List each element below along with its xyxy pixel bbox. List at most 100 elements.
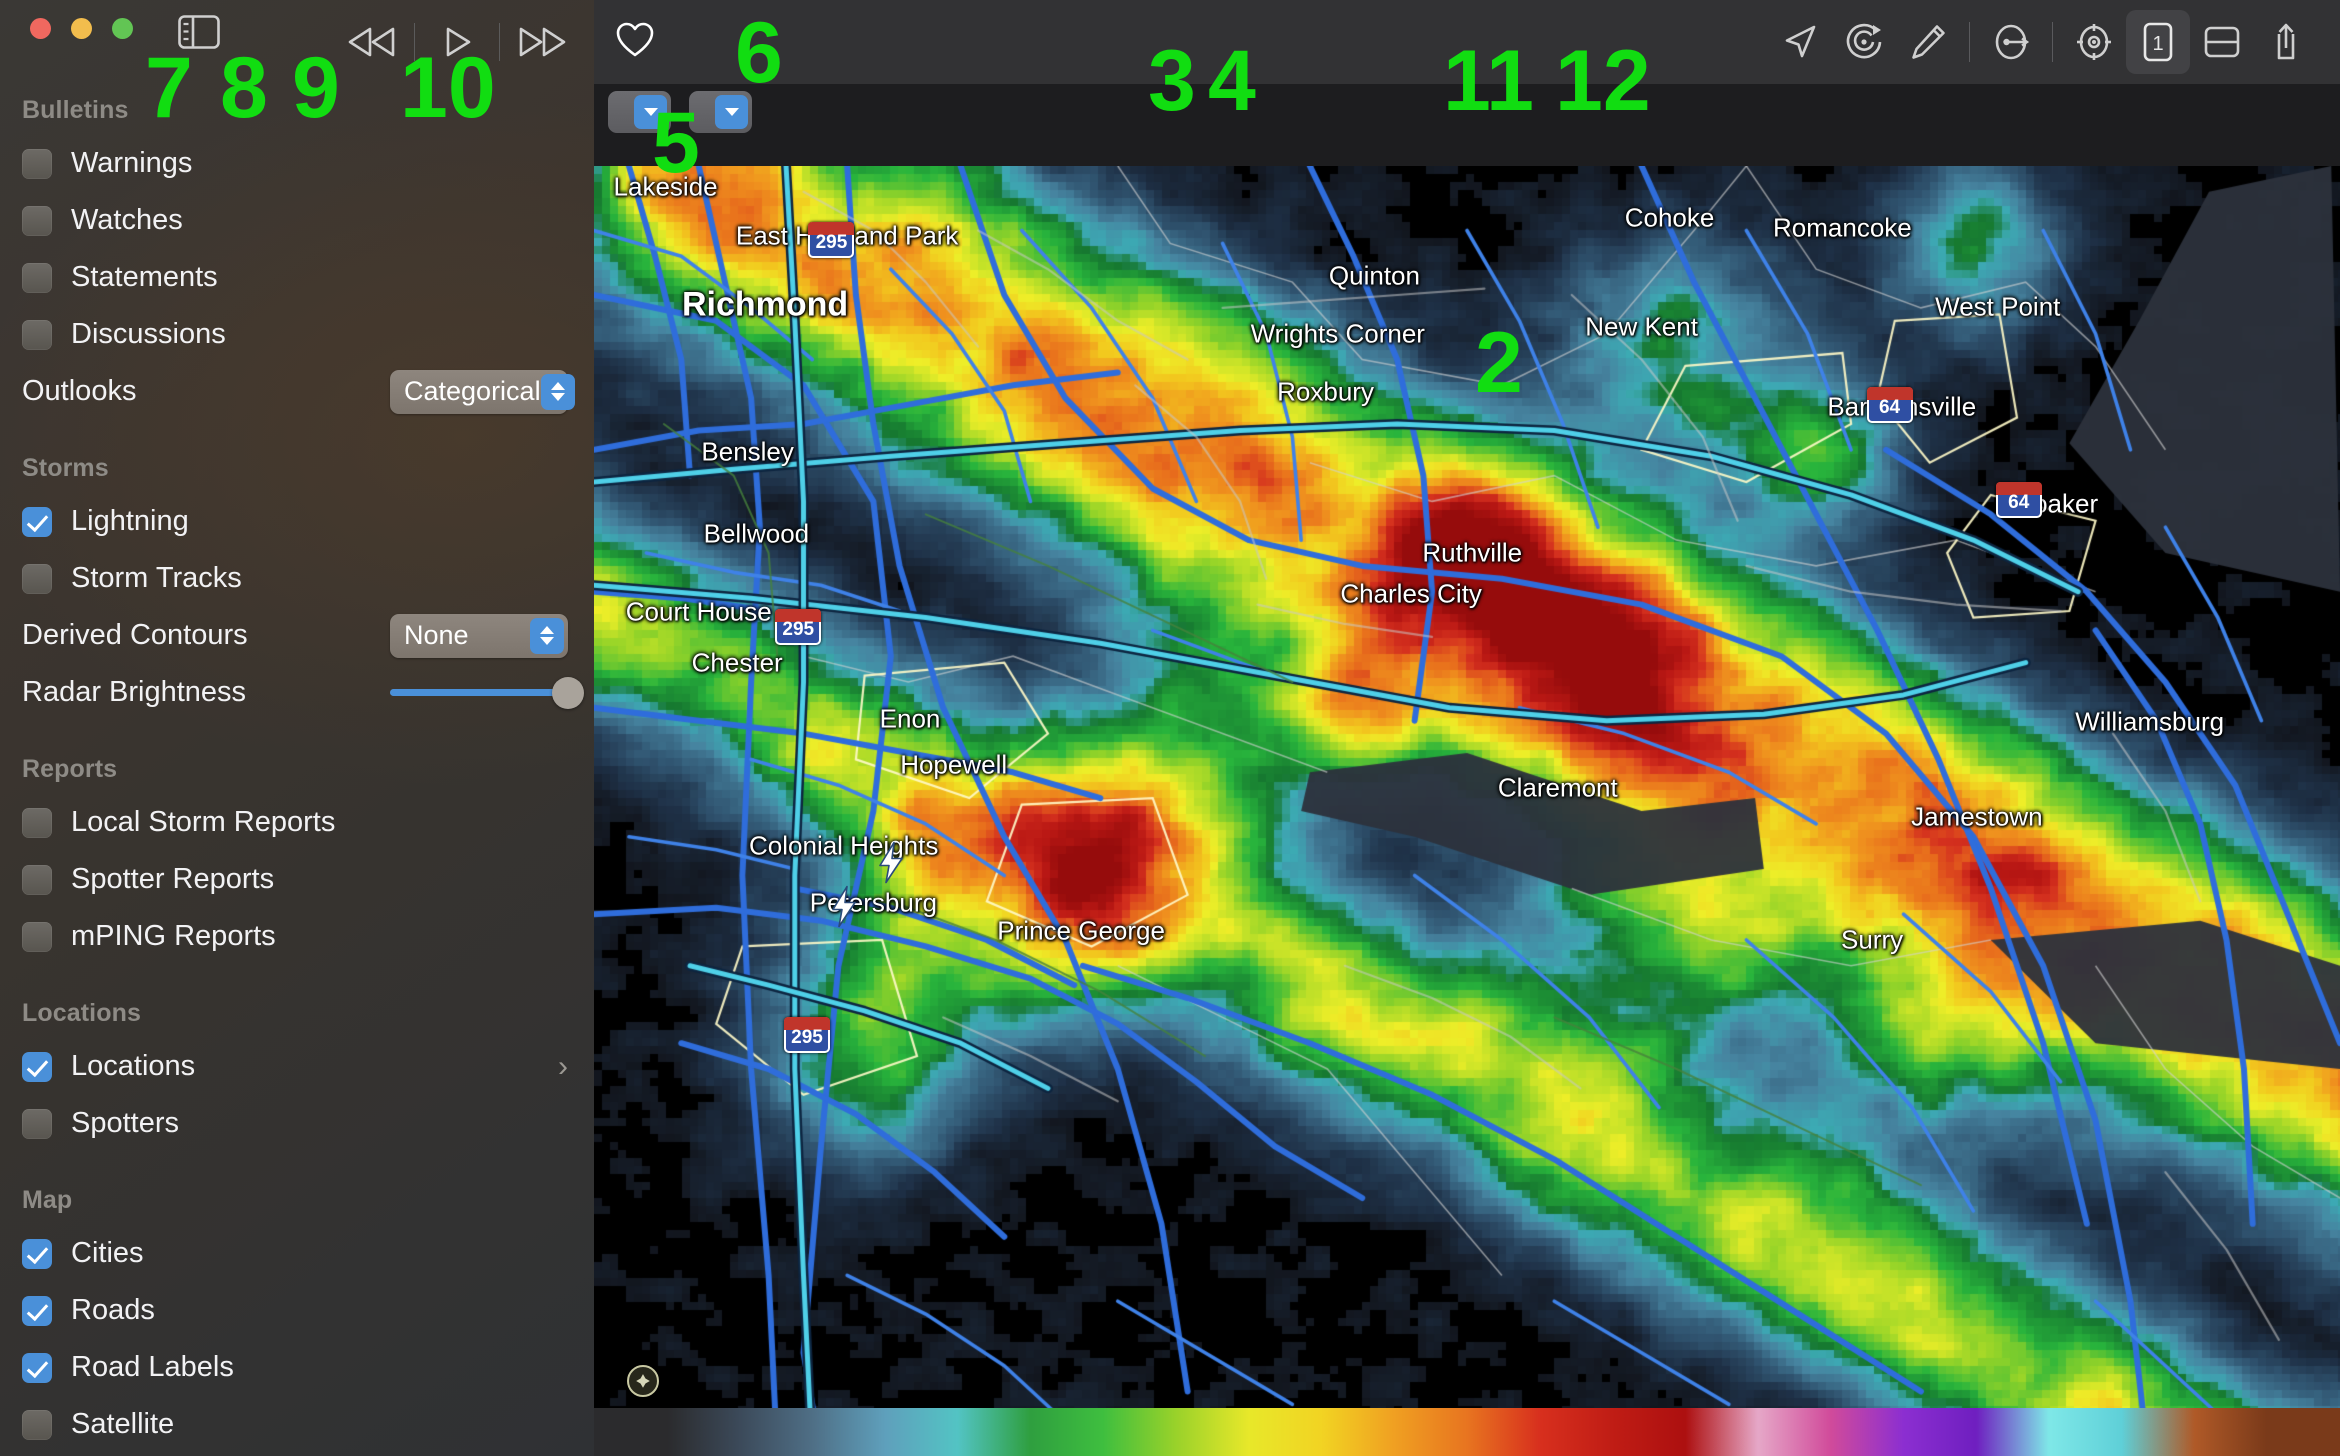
checkbox-mping-reports[interactable] [22,921,52,952]
svg-text:1: 1 [2152,33,2163,55]
sidebar-row-local-storm-reports[interactable]: Local Storm Reports [0,794,594,851]
checkbox-spotter-reports[interactable] [22,864,52,895]
highway-shield-number: 64 [2008,492,2030,514]
sidebar-row-cities[interactable]: Cities [0,1225,594,1282]
label-mping-reports: mPING Reports [71,920,276,952]
checkbox-discussions[interactable] [22,319,52,350]
play-button[interactable] [415,14,499,70]
top-toolbar: 1 [594,0,2340,84]
label-locations: Locations [71,1050,196,1082]
label-road-labels: Road Labels [71,1351,234,1383]
zoom-window-button[interactable] [112,18,133,39]
checkbox-roads[interactable] [22,1295,52,1326]
chevron-down-icon[interactable] [634,95,667,129]
sidebar-section-header-storms: Storms [22,454,109,482]
sidebar-section-header-map: Map [22,1186,73,1214]
chevron-updown-icon[interactable] [530,617,564,654]
highway-shield-icon: 295 [775,608,822,645]
share-icon[interactable] [2254,10,2318,74]
mapbox-logo-icon [627,1365,659,1397]
sidebar-row-warnings[interactable]: Warnings [0,135,594,192]
label-storm-tracks: Storm Tracks [71,562,242,594]
pencil-icon[interactable] [1896,10,1960,74]
highway-shield-number: 295 [815,231,848,253]
checkbox-lightning[interactable] [22,506,52,537]
split-pane-icon[interactable] [2190,10,2254,74]
single-pane-icon[interactable]: 1 [2126,10,2190,74]
checkbox-locations[interactable] [22,1051,52,1082]
highway-shield-icon: 295 [808,221,855,258]
sidebar-row-statements[interactable]: Statements [0,249,594,306]
sidebar-row-mping-reports[interactable]: mPING Reports [0,908,594,965]
sidebar-row-locations[interactable]: Locations › [0,1038,594,1095]
toolbar-divider [1969,22,1970,62]
checkbox-warnings[interactable] [22,148,52,179]
sidebar-row-lightning[interactable]: Lightning [0,493,594,550]
chevron-down-icon[interactable] [715,95,749,129]
checkbox-road-labels[interactable] [22,1352,52,1383]
heart-icon[interactable] [616,22,654,63]
sidebar-row-spotter-reports[interactable]: Spotter Reports [0,851,594,908]
slider-fill [390,689,568,696]
radar-sweep-icon[interactable] [1832,10,1896,74]
sidebar-row-road-labels[interactable]: Road Labels [0,1339,594,1396]
label-outlooks: Outlooks [22,375,137,407]
minimize-window-button[interactable] [71,18,92,39]
toolbar-divider-2 [2052,22,2053,62]
tilt-select[interactable] [689,91,753,133]
location-arrow-icon[interactable] [1768,10,1832,74]
disclosure-chevron-icon[interactable]: › [558,1051,568,1082]
sidebar-row-discussions[interactable]: Discussions [0,306,594,363]
label-satellite: Satellite [71,1408,175,1440]
product-select[interactable] [608,91,671,133]
label-roads: Roads [71,1294,155,1326]
chevron-updown-icon[interactable] [540,373,575,410]
label-radar-brightness: Radar Brightness [22,676,247,708]
sidebar-row-roads[interactable]: Roads [0,1282,594,1339]
highway-shield-icon: 295 [784,1017,830,1054]
label-warnings: Warnings [71,147,193,179]
popup-derived-contours[interactable]: None [390,613,568,658]
checkbox-cities[interactable] [22,1238,52,1269]
label-derived-contours: Derived Contours [22,619,248,651]
label-spotters: Spotters [71,1107,179,1139]
playback-controls [330,14,584,70]
checkbox-local-storm-reports[interactable] [22,807,52,838]
mapbox-attribution[interactable] [626,1364,667,1398]
sidebar-row-satellite[interactable]: Satellite [0,1396,594,1453]
product-bar [594,84,2340,166]
sidebar-section-header-locations: Locations [22,999,141,1027]
sidebar-row-derived-contours[interactable]: Derived Contours None [0,607,594,664]
checkbox-statements[interactable] [22,262,52,293]
radar-canvas[interactable] [594,166,2340,1456]
sidebar-row-spotters[interactable]: Spotters [0,1095,594,1152]
slider-knob[interactable] [552,676,584,709]
popup-value-outlooks: Categorical [404,376,541,406]
sidebar-row-storm-tracks[interactable]: Storm Tracks [0,550,594,607]
checkbox-satellite[interactable] [22,1409,52,1440]
highway-shield-number: 64 [1878,396,1901,418]
checkbox-storm-tracks[interactable] [22,563,52,594]
highway-shield-number: 295 [782,618,815,640]
sidebar-row-radar-brightness[interactable]: Radar Brightness [0,664,594,721]
toolbar-actions: 1 [1768,10,2318,74]
popup-outlooks[interactable]: Categorical [390,369,575,414]
tilt-elevation-icon[interactable] [1979,10,2043,74]
slider-radar-brightness[interactable] [390,676,584,709]
window-traffic-lights[interactable] [30,18,133,39]
checkbox-watches[interactable] [22,205,52,236]
rewind-button[interactable] [330,14,414,70]
crosshair-target-icon[interactable] [2062,10,2126,74]
label-cities: Cities [71,1237,144,1269]
fast-forward-button[interactable] [500,14,584,70]
close-window-button[interactable] [30,18,51,39]
sidebar-section-header-bulletins: Bulletins [22,96,129,124]
radar-map[interactable]: LakesideEast Highland ParkRichmondBensle… [594,166,2340,1456]
label-statements: Statements [71,261,218,293]
sidebar-row-watches[interactable]: Watches [0,192,594,249]
sidebar-toggle-icon[interactable] [178,15,220,54]
checkbox-spotters[interactable] [22,1108,52,1139]
reflectivity-colorbar [594,1408,2340,1456]
sidebar-row-outlooks[interactable]: Outlooks Categorical [0,363,594,420]
highway-shield-number: 295 [791,1027,823,1049]
